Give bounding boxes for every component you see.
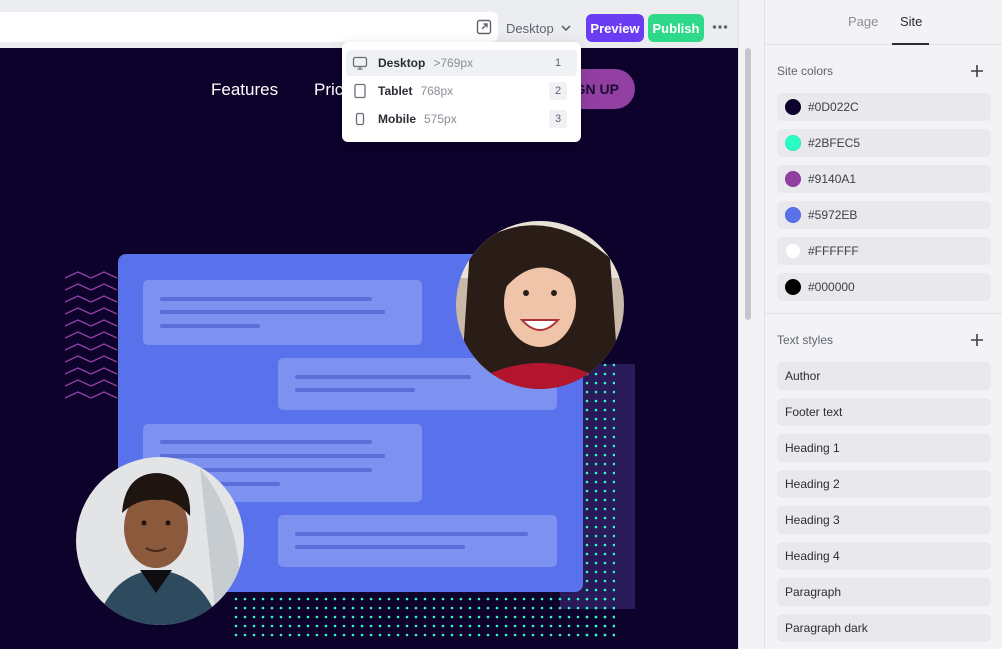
device-menu-item-label: Mobile: [378, 112, 416, 126]
device-menu-item-size: 575px: [424, 112, 457, 126]
nav-link-features[interactable]: Features: [211, 80, 278, 100]
text-style-row[interactable]: Heading 1: [777, 434, 991, 462]
color-hex: #000000: [808, 280, 855, 294]
color-hex: #FFFFFF: [808, 244, 859, 258]
add-text-style-icon[interactable]: [970, 333, 984, 347]
device-select-label: Desktop: [506, 20, 554, 36]
color-row[interactable]: #0D022C: [777, 93, 991, 121]
message-bubble: [278, 515, 557, 567]
publish-button[interactable]: Publish: [648, 14, 704, 42]
section-divider: [765, 313, 1002, 314]
canvas-scrollbar-thumb[interactable]: [745, 48, 751, 320]
tab-site[interactable]: Site: [900, 14, 922, 29]
text-styles-title: Text styles: [777, 333, 834, 347]
shortcut-key: 1: [549, 54, 567, 72]
editor-toolbar: Desktop Preview Publish: [0, 0, 740, 48]
color-hex: #0D022C: [808, 100, 859, 114]
device-menu-item-mobile[interactable]: Mobile 575px 3: [346, 106, 577, 132]
shortcut-key: 2: [549, 82, 567, 100]
color-hex: #9140A1: [808, 172, 857, 186]
active-tab-indicator: [892, 43, 929, 45]
chevron-down-icon: [561, 25, 571, 32]
color-row[interactable]: #5972EB: [777, 201, 991, 229]
color-row[interactable]: #000000: [777, 273, 991, 301]
device-menu-item-desktop[interactable]: Desktop >769px 1: [346, 50, 577, 76]
text-style-row[interactable]: Heading 4: [777, 542, 991, 570]
text-style-row[interactable]: Heading 3: [777, 506, 991, 534]
settings-panel: Page Site Site colors #0D022C #2BFEC5 #9…: [764, 0, 1002, 649]
color-row[interactable]: #FFFFFF: [777, 237, 991, 265]
device-menu-item-label: Desktop: [378, 56, 426, 70]
desktop-icon: [352, 56, 368, 70]
color-swatch: [785, 279, 801, 295]
nav-link-pricing[interactable]: Pric: [314, 80, 343, 100]
panel-tabs: Page Site: [765, 0, 1002, 45]
device-select[interactable]: Desktop: [506, 14, 572, 42]
dot-pattern-bottom: [230, 593, 615, 638]
text-style-row[interactable]: Footer text: [777, 398, 991, 426]
device-menu-item-size: >769px: [433, 56, 474, 70]
more-options-icon[interactable]: [712, 24, 728, 30]
preview-button[interactable]: Preview: [586, 14, 644, 42]
color-row[interactable]: #2BFEC5: [777, 129, 991, 157]
color-hex: #5972EB: [808, 208, 858, 222]
device-menu: Desktop >769px 1 Tablet 768px 2 Mobile 5…: [342, 42, 581, 142]
color-swatch: [785, 243, 801, 259]
text-style-row[interactable]: Author: [777, 362, 991, 390]
color-swatch: [785, 99, 801, 115]
text-style-row[interactable]: Paragraph dark: [777, 614, 991, 642]
add-color-icon[interactable]: [970, 64, 984, 78]
text-style-row[interactable]: Paragraph: [777, 578, 991, 606]
zigzag-pattern: [64, 271, 118, 399]
color-swatch: [785, 135, 801, 151]
device-menu-item-size: 768px: [420, 84, 454, 98]
mobile-icon: [355, 112, 365, 126]
canvas-scrollbar-track: [738, 0, 764, 649]
shortcut-key: 3: [549, 110, 567, 128]
color-row[interactable]: #9140A1: [777, 165, 991, 193]
site-colors-title: Site colors: [777, 64, 834, 78]
color-swatch: [785, 171, 801, 187]
tab-page[interactable]: Page: [848, 14, 878, 29]
color-hex: #2BFEC5: [808, 136, 861, 150]
color-swatch: [785, 207, 801, 223]
device-menu-item-label: Tablet: [378, 84, 413, 98]
external-link-icon[interactable]: [476, 19, 492, 35]
tablet-icon: [354, 83, 366, 99]
url-bar[interactable]: [0, 12, 498, 42]
device-menu-item-tablet[interactable]: Tablet 768px 2: [346, 78, 577, 104]
text-style-row[interactable]: Heading 2: [777, 470, 991, 498]
